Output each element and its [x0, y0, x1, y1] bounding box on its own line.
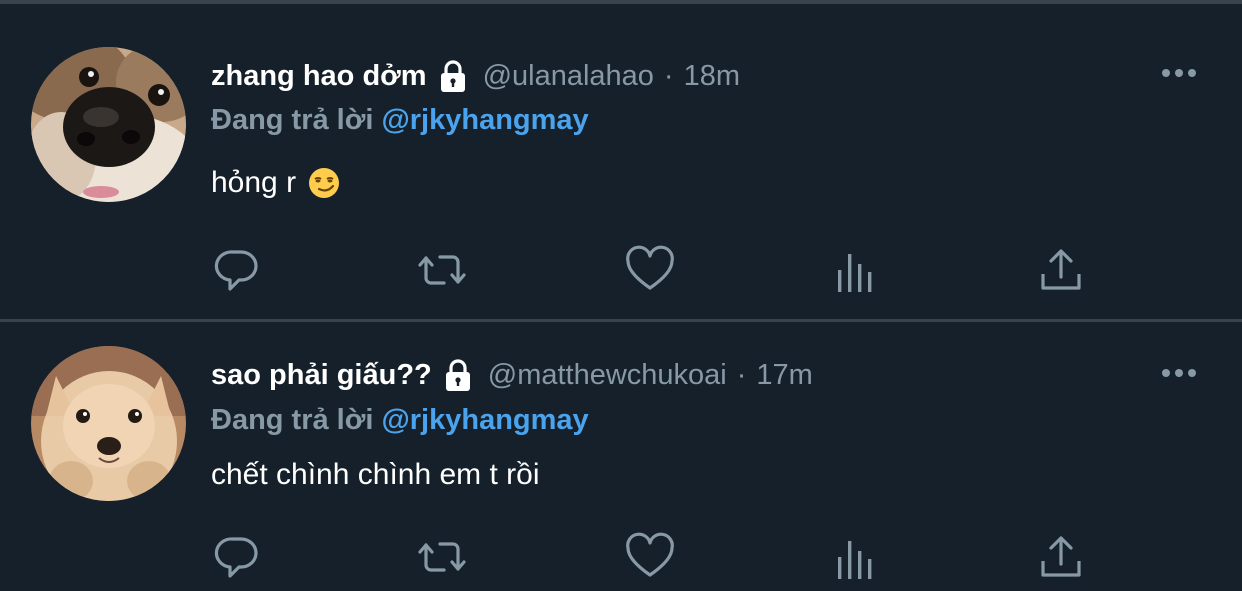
analytics-icon[interactable] [830, 244, 882, 296]
separator-dot: · [736, 358, 747, 391]
mention-link[interactable]: @rjkyhangmay [381, 104, 588, 136]
like-icon[interactable] [624, 531, 676, 583]
tweet-actions [0, 244, 1242, 300]
user-handle[interactable]: @ulanalahao [483, 60, 654, 93]
avatar[interactable] [31, 47, 186, 202]
tweet[interactable]: sao phải giấu?? @matthewchukoai · 17m Đa… [0, 322, 1242, 591]
timestamp[interactable]: 18m [684, 60, 740, 93]
lock-icon [440, 357, 476, 393]
separator-dot: · [663, 59, 674, 92]
retweet-icon[interactable] [416, 531, 468, 583]
more-options-icon[interactable] [1160, 365, 1200, 381]
tweet-text-content: chết chình chình em t rồi [211, 458, 540, 491]
mention-link[interactable]: @rjkyhangmay [381, 404, 588, 436]
replying-to: Đang trả lời @rjkyhangmay [211, 104, 589, 137]
reply-icon[interactable] [211, 531, 263, 583]
avatar[interactable] [31, 346, 186, 501]
share-icon[interactable] [1035, 531, 1087, 583]
replying-prefix: Đang trả lời [211, 404, 374, 436]
replying-to: Đang trả lời @rjkyhangmay [211, 404, 589, 437]
tweet-header: zhang hao dởm @ulanalahao · 18m [211, 56, 740, 96]
analytics-icon[interactable] [830, 531, 882, 583]
tweet-text-content: hỏng r [211, 166, 297, 199]
retweet-icon[interactable] [416, 244, 468, 296]
tweet-header: sao phải giấu?? @matthewchukoai · 17m [211, 355, 813, 395]
timestamp[interactable]: 17m [756, 359, 812, 392]
more-options-icon[interactable] [1160, 65, 1200, 81]
tweet-actions [0, 531, 1242, 587]
chihuahua-avatar [31, 346, 186, 501]
smirk-emoji [308, 167, 340, 199]
reply-icon[interactable] [211, 244, 263, 296]
display-name[interactable]: sao phải giấu?? [211, 359, 432, 392]
lock-icon [435, 58, 471, 94]
share-icon[interactable] [1035, 244, 1087, 296]
user-handle[interactable]: @matthewchukoai [488, 359, 727, 392]
like-icon[interactable] [624, 244, 676, 296]
replying-prefix: Đang trả lời [211, 104, 374, 136]
tweet[interactable]: zhang hao dởm @ulanalahao · 18m Đang trả… [0, 4, 1242, 319]
tweet-text: hỏng r [211, 166, 340, 200]
display-name[interactable]: zhang hao dởm [211, 60, 427, 93]
tweet-text: chết chình chình em t rồi [211, 458, 540, 492]
dog-nose-closeup-avatar [31, 47, 186, 202]
